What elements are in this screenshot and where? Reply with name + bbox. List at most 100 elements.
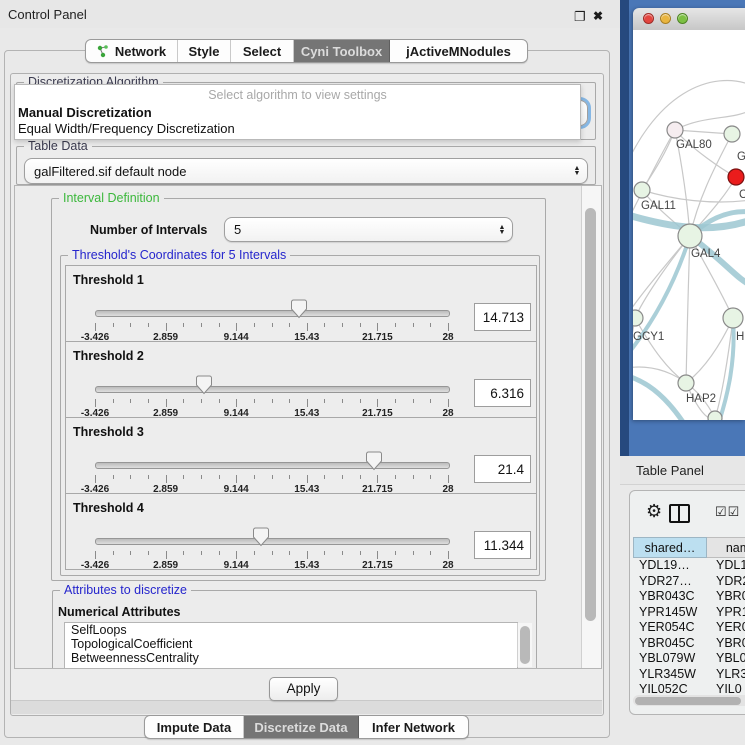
table-horizontal-scrollbar[interactable] [633,695,745,706]
attribute-item[interactable]: BetweennessCentrality [65,651,517,665]
threshold-slider-thumb[interactable] [196,375,212,395]
tick-mark [254,475,255,479]
network-window[interactable]: GAL80GCGAL11GAL4GCY1HHAP2 [633,8,745,420]
table-row[interactable]: YDR27…YDR2 [633,574,745,590]
table-row[interactable]: YBL079WYBL0 [633,651,745,667]
tick-mark [377,323,378,331]
column-header-name[interactable]: name [707,537,745,558]
network-window-titlebar[interactable] [633,8,745,31]
desktop-edge [620,0,629,456]
attribute-item[interactable]: SelfLoops [65,623,517,637]
threshold-panel: Threshold 4 -3.4262.8599.14415.4321.7152… [65,493,537,570]
settings-vertical-scrollbar[interactable] [581,186,601,668]
tick-mark [430,399,431,403]
attribute-item[interactable]: TopologicalCoefficient [65,637,517,651]
tick-mark [395,551,396,555]
tick-mark [219,323,220,327]
threshold-slider-track[interactable] [95,310,450,317]
threshold-value-field[interactable]: 21.4 [474,455,531,483]
cell-shared-name: YER054C [633,620,707,636]
tick-mark [236,323,237,331]
split-columns-icon[interactable] [669,504,690,523]
tick-mark [413,475,414,479]
threshold-slider-track[interactable] [95,538,450,545]
node-gal80[interactable] [667,122,683,138]
checked-columns-icon[interactable]: ☑☑ [715,504,740,520]
tab-network[interactable]: Network [86,40,178,62]
tick-mark [360,475,361,479]
node-selected-red[interactable] [728,169,744,185]
table-header-row: shared…name [633,537,745,558]
apply-button[interactable]: Apply [269,677,338,701]
zoom-traffic-light-icon[interactable] [677,13,688,24]
table-row[interactable]: YBR043CYBR0 [633,589,745,605]
tick-mark [324,475,325,479]
tick-mark [413,323,414,327]
minimize-traffic-light-icon[interactable] [660,13,671,24]
tick-mark [201,323,202,327]
node-partial-right[interactable] [723,308,743,328]
attributes-list-scrollbar[interactable] [517,623,532,667]
numerical-attributes-list[interactable]: SelfLoopsTopologicalCoefficientBetweenne… [64,622,518,669]
tick-mark [360,323,361,327]
tab-select[interactable]: Select [231,40,294,62]
table-row[interactable]: YDL19…YDL1 [633,558,745,574]
panel-title: Control Panel [8,7,87,22]
tick-mark [148,475,149,479]
tick-mark [430,323,431,327]
algorithm-dropdown-popup: Select algorithm to view settings Manual… [14,84,581,140]
node-attribute-table[interactable]: shared…nameYDL19…YDL1YDR27…YDR2YBR043CYB… [633,537,745,698]
tick-label: -3.426 [81,560,109,571]
tick-mark [430,475,431,479]
threshold-slider-track[interactable] [95,386,450,393]
settings-scroll-viewport: Interval Definition Number of Intervals … [14,185,602,669]
threshold-label: Threshold 4 [73,501,144,515]
node-hap2[interactable] [678,375,694,391]
table-row[interactable]: YER054CYER0 [633,620,745,636]
tick-mark [130,475,131,479]
threshold-value-field[interactable]: 6.316 [474,379,531,407]
algorithm-option[interactable]: Manual Discretization [18,105,152,120]
num-intervals-spinner[interactable]: 5 ▲▼ [224,217,513,242]
tick-mark [113,475,114,479]
numerical-attributes-label: Numerical Attributes [58,605,180,619]
table-row[interactable]: YBR045CYBR0 [633,636,745,652]
bottom-tab-infer-network[interactable]: Infer Network [359,716,468,738]
threshold-slider-thumb[interactable] [366,451,382,471]
tick-mark [324,551,325,555]
bottom-tab-discretize-data[interactable]: Discretize Data [244,716,359,738]
tick-mark [342,323,343,327]
table-row[interactable]: YPR145WYPR1 [633,605,745,621]
group-thresholds: Threshold's Coordinates for 5 Intervals … [60,255,540,576]
close-traffic-light-icon[interactable] [643,13,654,24]
group-title-attributes: Attributes to discretize [60,583,191,597]
threshold-slider-thumb[interactable] [291,299,307,319]
node-gal4[interactable] [678,224,702,248]
tab-style[interactable]: Style [178,40,231,62]
close-icon[interactable]: ✖ [593,9,603,23]
node-partial-top-right[interactable] [724,126,740,142]
node-label: GCY1 [633,331,664,343]
table-panel-title: Table Panel [636,463,704,478]
node-gal11[interactable] [634,182,650,198]
tick-mark [201,399,202,403]
network-canvas[interactable]: GAL80GCGAL11GAL4GCY1HHAP2 [633,30,745,420]
tick-mark [272,475,273,479]
table-data-combobox[interactable]: galFiltered.sif default node ▲▼ [24,158,588,184]
node-partial-bottom[interactable] [708,411,722,420]
threshold-value-field[interactable]: 14.713 [474,303,531,331]
threshold-value-field[interactable]: 11.344 [474,531,531,559]
threshold-slider-track[interactable] [95,462,450,469]
tab-cyni-toolbox[interactable]: Cyni Toolbox [294,40,390,62]
threshold-slider-thumb[interactable] [253,527,269,547]
tick-label: 2.859 [153,560,178,571]
node-gcy1[interactable] [633,310,643,326]
column-header-shared-name[interactable]: shared… [633,537,707,558]
gear-icon[interactable]: ⚙ [646,501,662,522]
algorithm-option[interactable]: Equal Width/Frequency Discretization [18,121,235,136]
threshold-panel: Threshold 2 -3.4262.8599.14415.4321.7152… [65,341,537,418]
float-window-icon[interactable]: ❐ [574,9,586,25]
tab-jactivemnodules[interactable]: jActiveMNodules [390,40,527,62]
bottom-tab-impute-data[interactable]: Impute Data [145,716,244,738]
table-row[interactable]: YLR345WYLR3 [633,667,745,683]
